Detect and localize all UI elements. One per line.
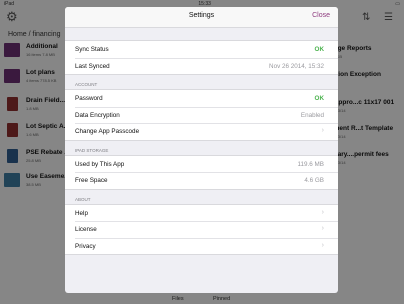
row-label: Change App Passcode: [75, 128, 140, 135]
last-synced-row: Last Synced Nov 26 2014, 15:32: [65, 57, 338, 75]
row-value: 4.6 GB: [304, 177, 324, 184]
license-row[interactable]: License ›: [65, 221, 338, 238]
row-value: Enabled: [300, 111, 324, 119]
status-badge: OK: [314, 95, 324, 102]
chevron-right-icon: ›: [321, 127, 324, 134]
row-label: Help: [75, 209, 88, 217]
row-label: Data Encryption: [75, 111, 120, 119]
section-header-account: ACCOUNT: [75, 82, 98, 87]
modal-header: Settings Close: [65, 7, 338, 28]
row-label: Free Space: [75, 177, 108, 184]
row-label: Last Synced: [75, 62, 110, 70]
section-header-about: ABOUT: [75, 196, 91, 202]
close-button[interactable]: Close: [312, 12, 330, 19]
chevron-right-icon: ›: [321, 208, 324, 216]
row-label: Privacy: [75, 242, 96, 250]
password-row: Password OK: [65, 90, 338, 107]
row-value: Nov 26 2014, 15:32: [269, 62, 324, 70]
row-value: 119.6 MB: [297, 160, 325, 168]
help-row[interactable]: Help ›: [65, 205, 338, 222]
row-label: License: [75, 226, 97, 233]
row-label: Sync Status: [75, 46, 109, 53]
data-encryption-row: Data Encryption Enabled: [65, 106, 338, 124]
account-group: Password OK Data Encryption Enabled Chan…: [65, 89, 338, 141]
chevron-right-icon: ›: [321, 241, 324, 249]
free-space-row: Free Space 4.6 GB: [65, 172, 338, 189]
storage-group: Used by This App 119.6 MB Free Space 4.6…: [65, 154, 338, 190]
row-label: Password: [75, 95, 103, 102]
modal-title: Settings: [188, 12, 215, 19]
row-label: Used by This App: [75, 160, 125, 168]
section-header-storage: IPAD STORAGE: [75, 147, 109, 153]
sync-status-row: Sync Status OK: [65, 41, 338, 58]
status-badge: OK: [314, 46, 324, 53]
chevron-right-icon: ›: [321, 225, 324, 232]
sync-group: Sync Status OK Last Synced Nov 26 2014, …: [65, 40, 338, 75]
change-app-passcode-row[interactable]: Change App Passcode ›: [65, 123, 338, 140]
settings-modal: Settings Close Sync Status OK Last Synce…: [65, 7, 338, 293]
privacy-row[interactable]: Privacy ›: [65, 237, 338, 255]
used-by-app-row: Used by This App 119.6 MB: [65, 156, 338, 173]
about-group: Help › License › Privacy ›: [65, 203, 338, 255]
